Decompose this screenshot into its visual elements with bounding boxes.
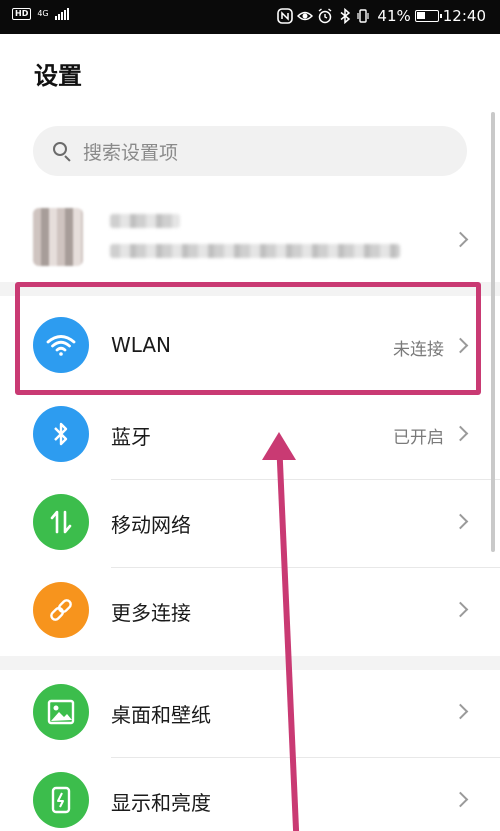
account-subtitle-blurred [110,244,400,258]
image-icon [33,684,89,740]
status-bar: HD 4G 41% 12:40 [0,0,500,34]
annotation-arrow-head [262,432,296,460]
chevron-right-icon [452,231,469,248]
status-left: HD 4G [12,8,69,20]
hd-badge: HD [12,8,32,20]
settings-row-bluetooth[interactable]: 蓝牙 已开启 [0,392,500,480]
chevron-right-icon [452,703,469,720]
search-icon [51,140,73,162]
link-icon [33,582,89,638]
search-placeholder: 搜索设置项 [83,141,179,164]
settings-row-home-wallpaper[interactable]: 桌面和壁纸 [0,670,500,758]
account-name-blurred [110,214,180,228]
signal-icon [54,8,69,20]
row-label-mobile-network: 移动网络 [111,513,191,537]
bluetooth-icon [33,406,89,462]
chevron-right-icon [452,425,469,442]
settings-row-more-connections[interactable]: 更多连接 [0,568,500,656]
chevron-right-icon [452,601,469,618]
network-type: 4G [37,9,49,18]
status-right: 41% 12:40 [277,7,486,25]
settings-row-display-brightness[interactable]: 显示和亮度 [0,758,500,831]
alarm-icon [317,8,333,24]
clock: 12:40 [442,7,486,25]
settings-row-mobile-network[interactable]: 移动网络 [0,480,500,568]
row-label-bluetooth: 蓝牙 [111,425,151,449]
row-label-display-brightness: 显示和亮度 [111,791,211,815]
vibrate-icon [357,8,373,24]
data-transfer-icon [33,494,89,550]
eye-icon [297,8,314,24]
battery-icon [414,10,442,22]
phone-display-icon [33,772,89,828]
chevron-right-icon [452,513,469,530]
row-label-home-wallpaper: 桌面和壁纸 [111,703,211,727]
chevron-right-icon [452,791,469,808]
page-title: 设置 [34,62,82,90]
row-label-more-connections: 更多连接 [111,601,191,625]
avatar [33,208,83,266]
scrollbar[interactable] [491,112,495,552]
search-input[interactable]: 搜索设置项 [33,126,467,176]
row-value-bluetooth: 已开启 [393,428,444,448]
account-row[interactable] [0,200,500,280]
highlight-box [15,282,481,395]
battery-percent: 41% [377,7,411,25]
nfc-icon [277,8,294,24]
section-divider [0,656,500,670]
bluetooth-icon [337,7,353,25]
